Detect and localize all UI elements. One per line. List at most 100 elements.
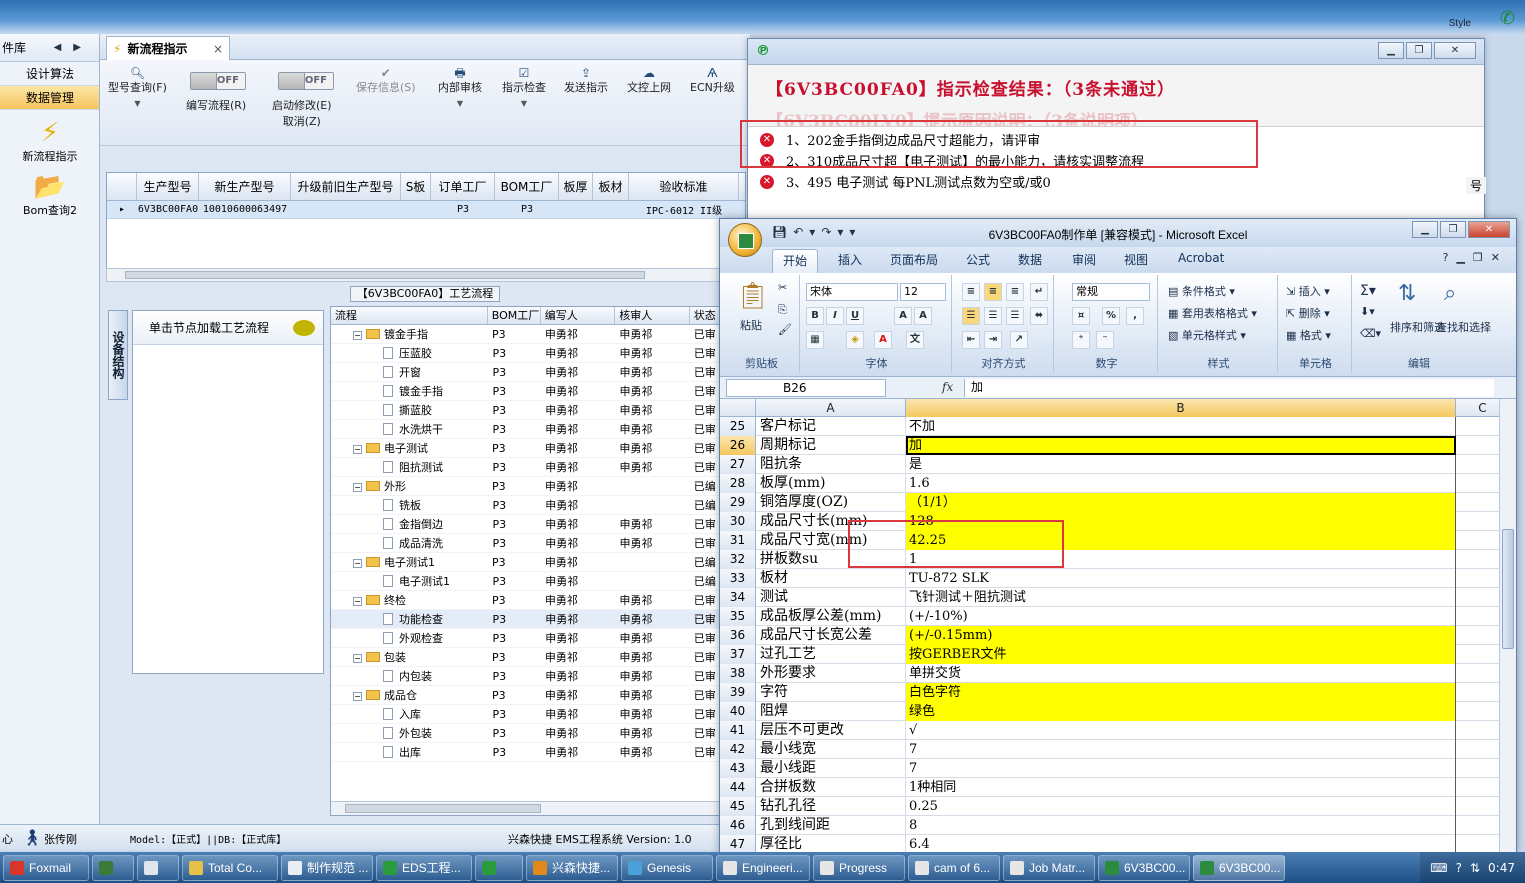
cell-a[interactable]: 孔到线间距 <box>756 816 906 835</box>
cell-a[interactable]: 过孔工艺 <box>756 645 906 664</box>
phone-icon[interactable]: ✆ <box>1500 8 1515 29</box>
taskbar-item[interactable] <box>92 854 134 881</box>
row-header[interactable]: 43 <box>720 759 756 778</box>
cell-b[interactable]: (+/-10%) <box>906 607 1456 626</box>
collapse-icon[interactable]: − <box>353 559 362 568</box>
align-left-icon[interactable]: ☰ <box>962 307 980 325</box>
cell-b[interactable]: 绿色 <box>906 702 1456 721</box>
collapse-icon[interactable]: − <box>353 654 362 663</box>
table-row[interactable]: 铣板 P3 申勇祁 已编 <box>331 496 729 515</box>
cell-a[interactable]: 测试 <box>756 588 906 607</box>
align-right-icon[interactable]: ☰ <box>1006 307 1024 325</box>
column-header[interactable]: 流程 <box>331 307 488 324</box>
minimize-button[interactable]: ▁ <box>1378 42 1404 59</box>
table-row[interactable]: − 终检 P3 申勇祁 申勇祁 已审 <box>331 591 729 610</box>
scrollbar-thumb[interactable] <box>345 804 541 813</box>
row-header[interactable]: 27 <box>720 455 756 474</box>
table-row[interactable]: 出库 P3 申勇祁 申勇祁 已审 <box>331 743 729 762</box>
row-header[interactable]: 40 <box>720 702 756 721</box>
taskbar-item[interactable]: cam of 6... <box>908 854 1000 881</box>
paste-button[interactable]: 粘贴 <box>740 317 762 333</box>
table-row[interactable]: 功能检查 P3 申勇祁 申勇祁 已审 <box>331 610 729 629</box>
column-header[interactable]: BOM工厂 <box>495 173 559 200</box>
column-header[interactable]: 订单工厂 <box>431 173 495 200</box>
align-top-icon[interactable]: ≡ <box>962 283 980 301</box>
row-header[interactable]: 28 <box>720 474 756 493</box>
column-header[interactable]: 核审人 <box>615 307 690 324</box>
cell-b[interactable]: (+/-0.15mm) <box>906 626 1456 645</box>
internal-review-button[interactable]: 🖶 内部审核 ▼ <box>438 66 482 112</box>
row-header[interactable]: 44 <box>720 778 756 797</box>
collapse-icon[interactable]: − <box>353 483 362 492</box>
increase-decimal-icon[interactable]: ⁺ <box>1072 331 1090 349</box>
decrease-decimal-icon[interactable]: ⁻ <box>1096 331 1114 349</box>
font-size-select[interactable]: 12 <box>900 283 946 301</box>
column-header[interactable]: 新生产型号 <box>199 173 291 200</box>
column-header[interactable]: 升级前旧生产型号 <box>291 173 401 200</box>
cell-b[interactable]: TU-872 SLK <box>906 569 1456 588</box>
column-header[interactable]: 生产型号 <box>137 173 199 200</box>
ribbon-tab-home[interactable]: 开始 <box>772 249 819 273</box>
cell-a[interactable]: 最小线距 <box>756 759 906 778</box>
cell-a[interactable]: 厚径比 <box>756 835 906 852</box>
row-header[interactable]: 45 <box>720 797 756 816</box>
taskbar-item[interactable]: EDS工程... <box>376 854 472 881</box>
number-format-select[interactable]: 常规 <box>1072 283 1150 301</box>
grow-font-icon[interactable]: A <box>894 307 912 325</box>
maximize-button[interactable]: ❐ <box>1440 221 1466 238</box>
launcher-new-flow[interactable]: ⚡ 新流程指示 <box>0 118 100 164</box>
taskbar-item[interactable]: Progress <box>813 854 905 881</box>
table-row[interactable]: 压蓝胶 P3 申勇祁 申勇祁 已审 <box>331 344 729 363</box>
collapse-icon[interactable]: − <box>353 445 362 454</box>
table-format-button[interactable]: ▦ 套用表格格式 ▾ <box>1168 305 1257 321</box>
row-header[interactable]: 26 <box>720 436 756 455</box>
cell-b[interactable]: 7 <box>906 740 1456 759</box>
scrollbar-thumb[interactable] <box>1502 529 1514 649</box>
start-modify-toggle[interactable]: OFF <box>278 72 334 90</box>
bold-icon[interactable]: B <box>806 307 824 325</box>
taskbar-item[interactable]: 6V3BC00... <box>1193 854 1285 881</box>
taskbar-item[interactable]: Genesis <box>621 854 713 881</box>
help-icon[interactable]: ? <box>1456 861 1462 875</box>
cell-a[interactable]: 铜箔厚度(OZ) <box>756 493 906 512</box>
table-row[interactable]: 撕蓝胶 P3 申勇祁 申勇祁 已审 <box>331 401 729 420</box>
taskbar-item[interactable]: Foxmail <box>3 854 89 881</box>
cell-style-button[interactable]: ▧ 单元格样式 ▾ <box>1168 327 1246 343</box>
cell-b[interactable]: 7 <box>906 759 1456 778</box>
row-header[interactable]: 39 <box>720 683 756 702</box>
collapse-icon[interactable]: − <box>353 331 362 340</box>
cell-b[interactable]: 加 <box>906 436 1456 455</box>
close-button[interactable]: ✕ <box>1434 42 1476 59</box>
row-header[interactable]: 41 <box>720 721 756 740</box>
taskbar-item[interactable] <box>137 854 179 881</box>
ribbon-tab-data[interactable]: 数据 <box>1018 251 1042 268</box>
format-cells-button[interactable]: ▦ 格式 ▾ <box>1286 327 1331 343</box>
taskbar-item[interactable] <box>475 854 523 881</box>
cell-b[interactable]: 白色字符 <box>906 683 1456 702</box>
cell-b[interactable]: 6.4 <box>906 835 1456 852</box>
row-header[interactable]: 30 <box>720 512 756 531</box>
find-select-button[interactable]: 查找和选择 <box>1436 319 1491 335</box>
cell-b[interactable]: √ <box>906 721 1456 740</box>
flow-grid-scrollbar[interactable] <box>331 801 729 815</box>
table-row[interactable]: − 镀金手指 P3 申勇祁 申勇祁 已审 <box>331 325 729 344</box>
font-color-icon[interactable]: A <box>874 331 892 349</box>
formula-input[interactable]: 加 <box>964 379 1494 397</box>
table-row[interactable]: − 包装 P3 申勇祁 申勇祁 已审 <box>331 648 729 667</box>
column-header[interactable]: S板 <box>401 173 431 200</box>
table-row[interactable]: − 电子测试 P3 申勇祁 申勇祁 已审 <box>331 439 729 458</box>
minimize-button[interactable]: ▁ <box>1412 221 1438 238</box>
cell-b[interactable]: 是 <box>906 455 1456 474</box>
send-indication-button[interactable]: ⇪ 发送指示 <box>564 66 608 96</box>
office-button[interactable] <box>728 223 762 257</box>
align-bottom-icon[interactable]: ≡ <box>1006 283 1024 301</box>
table-row[interactable]: − 电子测试1 P3 申勇祁 已编 <box>331 553 729 572</box>
cell-a[interactable]: 周期标记 <box>756 436 906 455</box>
sort-filter-icon[interactable]: ⇅ <box>1398 281 1416 306</box>
phonetic-icon[interactable]: 文 <box>906 331 924 349</box>
cell-a[interactable]: 字符 <box>756 683 906 702</box>
cell-b[interactable]: （1/1） <box>906 493 1456 512</box>
upload-doc-button[interactable]: ☁ 文控上网 <box>627 66 671 96</box>
cell-b[interactable]: 8 <box>906 816 1456 835</box>
format-painter-icon[interactable]: 🖌︎ <box>778 323 792 336</box>
